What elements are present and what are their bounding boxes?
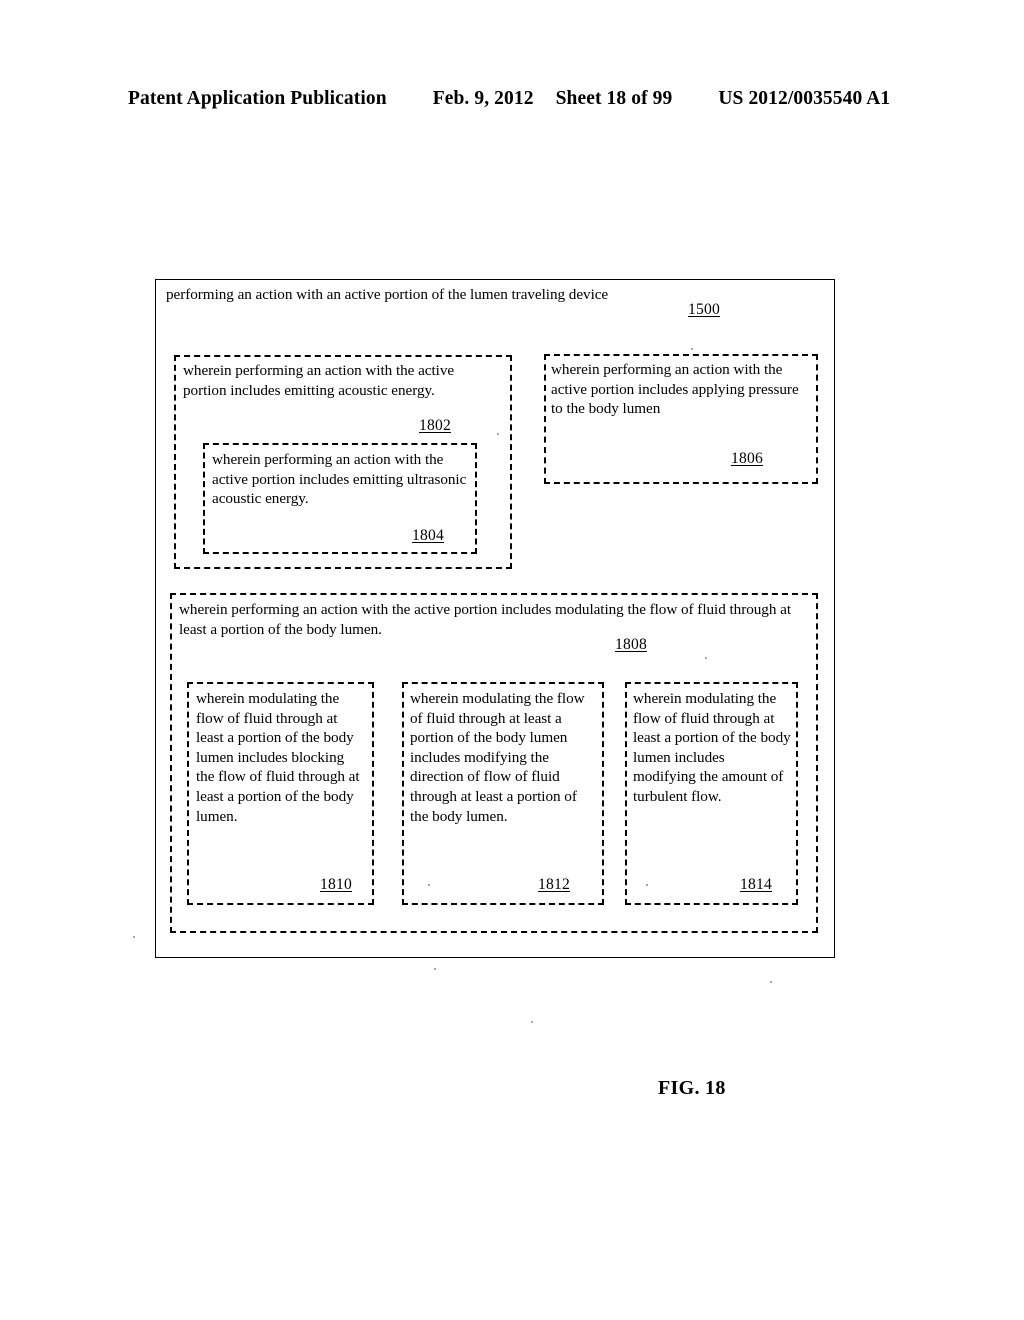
scan-speckle [434, 968, 436, 970]
reference-numeral-1810: 1810 [320, 876, 352, 893]
figure-18-diagram: performing an action with an active port… [0, 0, 1024, 1320]
scan-speckle [646, 884, 648, 886]
reference-numeral-1806: 1806 [731, 450, 763, 467]
scan-speckle [428, 884, 430, 886]
scan-speckle [531, 1021, 533, 1023]
flowchart-box-1804-text: wherein performing an action with the ac… [212, 451, 467, 508]
flowchart-box-1802-text: wherein performing an action with the ac… [183, 362, 455, 399]
flowchart-box-1812-text: wherein modulating the flow of fluid thr… [410, 690, 585, 825]
flowchart-box-1806-text: wherein performing an action with the ac… [551, 361, 799, 418]
scan-speckle [691, 348, 693, 350]
reference-numeral-1812: 1812 [538, 876, 570, 893]
flowchart-box-1808-text: wherein performing an action with the ac… [179, 601, 791, 638]
reference-numeral-1804: 1804 [412, 527, 444, 544]
scan-speckle [497, 433, 499, 435]
flowchart-box-1814-text: wherein modulating the flow of fluid thr… [633, 690, 791, 806]
reference-numeral-1808: 1808 [615, 636, 647, 653]
scan-speckle [770, 981, 772, 983]
scan-speckle [133, 936, 135, 938]
reference-numeral-1814: 1814 [740, 876, 772, 893]
scan-speckle [705, 657, 707, 659]
flowchart-box-1500-text: performing an action with an active port… [166, 286, 609, 303]
flowchart-box-1810-text: wherein modulating the flow of fluid thr… [196, 690, 360, 825]
figure-caption: FIG. 18 [658, 1077, 726, 1099]
reference-numeral-1802: 1802 [419, 417, 451, 434]
reference-numeral-1500: 1500 [688, 301, 720, 318]
